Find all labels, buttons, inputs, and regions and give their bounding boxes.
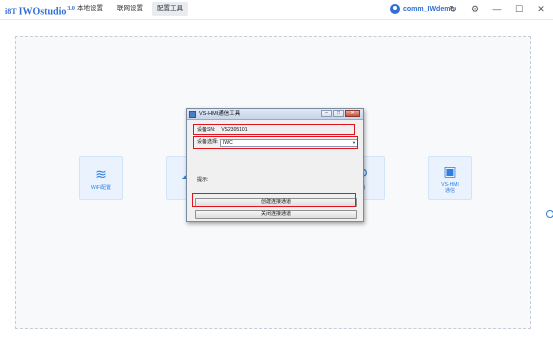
dialog-minimize-button[interactable]: –	[321, 110, 332, 117]
dialog-title: VS-HMI通信工具	[199, 111, 241, 117]
refresh-icon[interactable]: ↻	[447, 2, 459, 16]
sn-row: 设备SN: VS2305101	[197, 127, 247, 134]
top-bar: i8T IWOstudio3.0 本地设置 联网设置 配置工具 comm_IWde…	[0, 0, 553, 20]
app-logo: i8T IWOstudio3.0	[5, 2, 75, 19]
tile-label: VS-HMI 通信	[441, 181, 459, 194]
avatar-icon	[390, 4, 400, 14]
maximize-icon[interactable]: ☐	[513, 2, 525, 16]
side-handle-icon[interactable]	[546, 210, 553, 218]
monitor-icon: ▣	[443, 162, 457, 179]
dialog-title-bar[interactable]: VS-HMI通信工具 – □ ✕	[187, 109, 363, 120]
sn-value: VS2305101	[221, 127, 248, 133]
user-menu[interactable]: comm_IWdemo	[390, 4, 455, 14]
minimize-icon[interactable]: —	[491, 2, 503, 16]
close-channel-button[interactable]: 关闭连接通道	[195, 210, 357, 219]
app-window-icon	[189, 111, 196, 118]
create-channel-button[interactable]: 创建连接通道	[195, 198, 357, 207]
dialog-close-button[interactable]: ✕	[345, 110, 360, 117]
logo-name: IWOstudio	[18, 6, 67, 18]
tile-vs-hmi[interactable]: ▣ VS-HMI 通信	[428, 156, 472, 200]
tile-wifi-config[interactable]: ≋ WiFi配置	[79, 156, 123, 200]
dialog-body: 设备SN: VS2305101 设备选择: IWC ▼ 提示: 创建连接通道 关闭…	[187, 120, 363, 223]
device-select[interactable]: IWC ▼	[220, 139, 358, 147]
wifi-icon: ≋	[95, 165, 107, 182]
window-controls: ↻ ⚙ — ☐ ✕	[447, 2, 547, 16]
chevron-down-icon: ▼	[352, 140, 356, 145]
gear-icon[interactable]: ⚙	[469, 2, 481, 16]
device-select-label: 设备选择:	[197, 139, 219, 145]
device-select-value: IWC	[223, 140, 233, 146]
sn-label: 设备SN:	[197, 127, 216, 133]
vs-hmi-dialog: VS-HMI通信工具 – □ ✕ 设备SN: VS2305101 设备选择: IW…	[186, 108, 364, 222]
logo-prefix: i8T	[5, 7, 17, 17]
tab-network-settings[interactable]: 联网设置	[112, 2, 148, 16]
tile-label: WiFi配置	[91, 184, 111, 191]
dialog-window-buttons: – □ ✕	[321, 110, 360, 117]
hint-label: 提示:	[197, 177, 209, 183]
tab-config-tools[interactable]: 配置工具	[152, 2, 188, 16]
close-icon[interactable]: ✕	[535, 2, 547, 16]
tab-local-settings[interactable]: 本地设置	[72, 2, 108, 16]
dialog-maximize-button[interactable]: □	[333, 110, 344, 117]
main-nav: 本地设置 联网设置 配置工具	[72, 2, 188, 16]
